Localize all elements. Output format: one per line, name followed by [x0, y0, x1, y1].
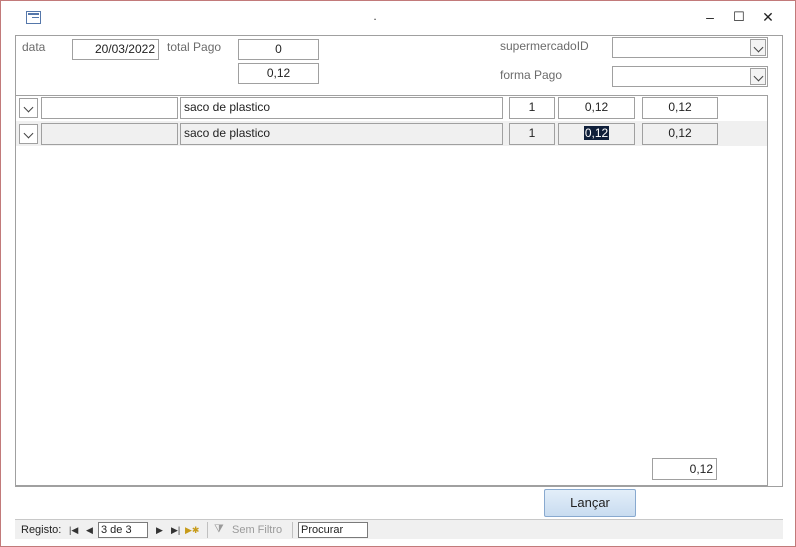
window-title: . — [373, 9, 377, 23]
first-record-icon[interactable]: |◀ — [69, 523, 78, 537]
forma-pago-label: forma Pago — [500, 68, 563, 82]
preco-field-selected[interactable]: 0,12 — [558, 123, 635, 145]
last-record-icon[interactable]: ▶| — [171, 523, 180, 537]
record-number-field[interactable]: 3 de 3 — [98, 522, 148, 538]
supermercado-combo[interactable] — [612, 37, 768, 58]
form-icon — [26, 11, 41, 24]
row-dropdown-button[interactable] — [19, 98, 38, 118]
new-record-icon[interactable]: ▶✱ — [185, 523, 199, 537]
descricao-field[interactable]: saco de plastico — [180, 97, 503, 119]
descricao-field[interactable]: saco de plastico — [180, 123, 503, 145]
total-pago-label: total Pago — [167, 40, 222, 54]
forma-pago-combo[interactable] — [612, 66, 768, 87]
items-subform — [15, 95, 768, 486]
chevron-down-icon — [23, 102, 34, 113]
lancar-button[interactable]: Lançar — [544, 489, 636, 517]
previous-record-icon[interactable]: ◀ — [86, 523, 93, 537]
row-dropdown-button[interactable] — [19, 124, 38, 144]
preco-field[interactable]: 0,12 — [558, 97, 635, 119]
filter-icon: ⧩ — [214, 523, 224, 535]
chevron-down-icon — [23, 128, 34, 139]
registo-label: Registo: — [21, 524, 62, 536]
close-button[interactable]: ✕ — [755, 6, 781, 28]
total-linha-field: 0,12 — [642, 123, 718, 145]
nav-separator — [292, 522, 293, 538]
chevron-down-icon — [753, 71, 764, 82]
filter-button[interactable]: Sem Filtro — [232, 522, 282, 538]
search-field[interactable]: Procurar — [298, 522, 368, 538]
selected-text: 0,12 — [583, 126, 610, 140]
minimize-button[interactable]: – — [697, 6, 723, 28]
supermercado-label: supermercadoID — [500, 39, 589, 53]
subform-total-field: 0,12 — [652, 458, 717, 480]
nav-separator — [207, 522, 208, 538]
maximize-button[interactable]: ☐ — [726, 6, 752, 28]
data-field[interactable]: 20/03/2022 — [72, 39, 159, 60]
total-calculado-field: 0,12 — [238, 63, 319, 84]
chevron-down-icon — [753, 42, 764, 53]
total-pago-field[interactable]: 0 — [238, 39, 319, 60]
produto-field[interactable] — [41, 123, 178, 145]
data-label: data — [22, 40, 46, 54]
next-record-icon[interactable]: ▶ — [156, 523, 163, 537]
quantidade-field[interactable]: 1 — [509, 97, 555, 119]
forma-pago-dropdown-button[interactable] — [750, 68, 766, 85]
produto-field[interactable] — [41, 97, 178, 119]
supermercado-dropdown-button[interactable] — [750, 39, 766, 56]
record-navigation-bar: Registo: |◀ ◀ 3 de 3 ▶ ▶| ▶✱ ⧩ Sem Filtr… — [15, 519, 783, 539]
total-linha-field: 0,12 — [642, 97, 718, 119]
quantidade-field[interactable]: 1 — [509, 123, 555, 145]
